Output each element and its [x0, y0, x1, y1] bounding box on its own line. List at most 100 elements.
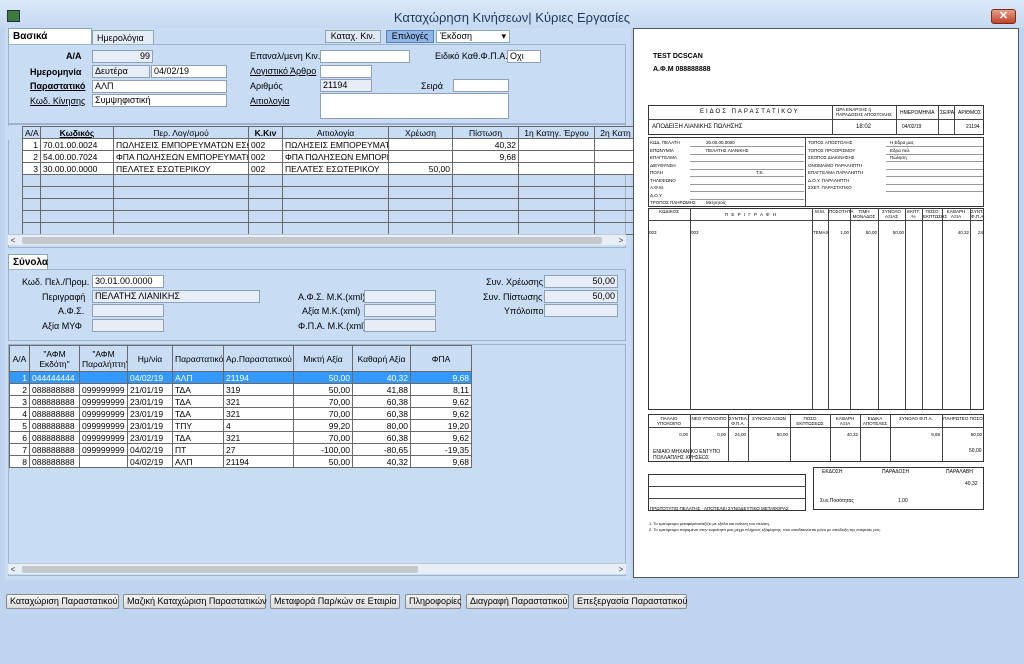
table-cell[interactable]: 3 — [22, 162, 41, 175]
table-cell[interactable]: 60,38 — [352, 395, 411, 408]
col-header-debit[interactable]: Χρέωση — [388, 126, 453, 139]
table-cell[interactable] — [452, 162, 519, 175]
table-cell[interactable]: 088888888 — [29, 383, 80, 396]
doc-col-net[interactable]: Καθαρή Αξία — [352, 345, 411, 372]
table-cell[interactable]: 321 — [223, 431, 294, 444]
table-cell[interactable]: ΑΛΠ — [172, 455, 224, 468]
table-cell[interactable]: 50,00 — [388, 162, 453, 175]
table-cell[interactable]: ΠΕΛΑΤΕΣ ΕΣΩΤΕΡΙΚΟΥ — [113, 162, 249, 175]
table-cell[interactable] — [518, 162, 595, 175]
options-button[interactable]: Επιλογές — [386, 30, 434, 43]
col-header-reason[interactable]: Αιτιολογία — [282, 126, 389, 139]
table-cell[interactable]: 088888888 — [29, 443, 80, 456]
table-cell[interactable]: 54.00.00.7024 — [40, 150, 114, 163]
table-cell[interactable]: ΤΔΑ — [172, 407, 224, 420]
table-cell[interactable]: 04/02/19 — [127, 371, 173, 384]
table-cell[interactable]: ΠΩΛΗΣΕΙΣ ΕΜΠΟΡΕΥΜΑΤΩΝ ΕΣΩΤ — [113, 138, 249, 151]
table-cell[interactable]: -19,35 — [410, 443, 472, 456]
table-cell[interactable]: 9,62 — [410, 407, 472, 420]
table-cell[interactable]: 04/02/19 — [127, 443, 173, 456]
col-header-account-desc[interactable]: Περ. Λογ/σμού — [113, 126, 249, 139]
table-cell[interactable]: 099999999 — [79, 443, 128, 456]
table-cell[interactable] — [388, 150, 453, 163]
table-cell[interactable]: ΠΤ — [172, 443, 224, 456]
transfer-documents-button[interactable]: Μεταφορά Παρ/κών σε Εταιρία — [270, 594, 400, 609]
table-cell[interactable]: 70,00 — [293, 395, 353, 408]
table-row[interactable]: 1 70.01.00.0024 ΠΩΛΗΣΕΙΣ ΕΜΠΟΡΕΥΜΑΤΩΝ ΕΣΩΤ… — [22, 138, 637, 151]
table-cell[interactable]: 23/01/19 — [127, 407, 173, 420]
col-header-project-cat2[interactable]: 2η Κατη — [594, 126, 637, 139]
doc-type-label[interactable]: Παραστατικό — [30, 81, 85, 92]
table-cell[interactable]: 99,20 — [293, 419, 353, 432]
table-cell[interactable]: 21194 — [223, 455, 294, 468]
aa-field[interactable]: 99 — [92, 50, 153, 63]
table-cell[interactable]: 04/02/19 — [127, 455, 173, 468]
table-cell[interactable]: 1 — [9, 371, 30, 384]
documents-scrollbar[interactable]: < > — [8, 563, 626, 574]
register-document-button[interactable]: Καταχώριση Παραστατικού — [6, 594, 119, 609]
table-cell[interactable]: 70,00 — [293, 407, 353, 420]
doc-col-doc-type[interactable]: Παραστατικό — [172, 345, 224, 372]
table-cell[interactable]: 21194 — [223, 371, 294, 384]
table-row[interactable]: 3 30.00.00.0000 ΠΕΛΑΤΕΣ ΕΣΩΤΕΡΙΚΟΥ 002 ΠΕΛΑΤ… — [22, 162, 637, 175]
table-row[interactable]: 1 044444444 04/02/19 ΑΛΠ 21194 50,00 40,32 9,68 — [9, 371, 472, 384]
table-cell[interactable]: -100,00 — [293, 443, 353, 456]
table-cell[interactable]: 3 — [9, 395, 30, 408]
col-header-movement-code[interactable]: Κ.Κιν — [248, 126, 283, 139]
table-cell[interactable]: ΦΠΑ ΠΩΛΗΣΕΩΝ ΕΜΠΟΡΕΥ — [282, 150, 389, 163]
table-cell[interactable]: 044444444 — [29, 371, 80, 384]
table-cell[interactable] — [594, 138, 637, 151]
documents-scroll-thumb[interactable] — [22, 566, 418, 573]
table-row[interactable]: 5 088888888 099999999 23/01/19 ΤΠΥ 4 99,20 80,0… — [9, 419, 472, 432]
table-cell[interactable]: 41,88 — [352, 383, 411, 396]
table-cell[interactable] — [594, 150, 637, 163]
doc-type-field[interactable]: ΑΛΠ — [92, 80, 227, 93]
table-cell[interactable]: ΠΩΛΗΣΕΙΣ ΕΜΠΟΡΕΥΜΑΤΩ — [282, 138, 389, 151]
table-cell[interactable]: ΤΔΑ — [172, 431, 224, 444]
col-header-aa[interactable]: Α/Α — [22, 126, 41, 139]
table-cell[interactable]: 19,20 — [410, 419, 472, 432]
table-cell[interactable]: 088888888 — [29, 395, 80, 408]
table-cell[interactable]: 099999999 — [79, 431, 128, 444]
table-cell[interactable]: ΤΔΑ — [172, 395, 224, 408]
col-header-credit[interactable]: Πίστωση — [452, 126, 519, 139]
table-cell[interactable]: 9,68 — [452, 150, 519, 163]
table-cell[interactable]: 50,00 — [293, 383, 353, 396]
table-cell[interactable]: 9,62 — [410, 431, 472, 444]
table-cell[interactable]: -80,65 — [352, 443, 411, 456]
table-cell[interactable]: 40,32 — [452, 138, 519, 151]
doc-col-issuer-afm[interactable]: "ΑΦΜ Εκδότη" — [29, 345, 80, 372]
scroll-right-icon[interactable]: > — [616, 235, 626, 246]
scroll-right-icon[interactable]: > — [616, 564, 626, 575]
table-cell[interactable]: 088888888 — [29, 431, 80, 444]
reason-label[interactable]: Αιτιολογία — [250, 96, 289, 107]
table-cell[interactable]: ΤΠΥ — [172, 419, 224, 432]
table-cell[interactable]: 321 — [223, 395, 294, 408]
table-cell[interactable]: 319 — [223, 383, 294, 396]
table-cell[interactable]: 6 — [9, 431, 30, 444]
table-cell[interactable]: ΤΔΑ — [172, 383, 224, 396]
series-field[interactable] — [453, 79, 509, 92]
table-cell[interactable]: 27 — [223, 443, 294, 456]
katax-kin-button[interactable]: Καταχ. Κιν. — [325, 30, 381, 43]
info-button[interactable]: Πληροφορίες — [405, 594, 461, 609]
table-cell[interactable]: 2 — [22, 150, 41, 163]
close-button[interactable]: ✕ — [991, 9, 1016, 24]
table-cell[interactable]: 9,68 — [410, 371, 472, 384]
table-cell[interactable]: 5 — [9, 419, 30, 432]
table-row[interactable]: 7 088888888 099999999 04/02/19 ΠΤ 27 -100,00 -8… — [9, 443, 472, 456]
table-cell[interactable] — [594, 162, 637, 175]
table-cell[interactable]: 099999999 — [79, 383, 128, 396]
table-row[interactable]: 4 088888888 099999999 23/01/19 ΤΔΑ 321 70,00 60… — [9, 407, 472, 420]
table-cell[interactable] — [388, 138, 453, 151]
tab-totals[interactable]: Σύνολα — [8, 254, 48, 270]
scroll-left-icon[interactable]: < — [8, 564, 18, 575]
customer-code-field[interactable]: 30.01.00.0000 — [92, 275, 164, 288]
table-cell[interactable]: 23/01/19 — [127, 419, 173, 432]
table-cell[interactable]: 099999999 — [79, 395, 128, 408]
table-cell[interactable] — [79, 371, 128, 384]
movement-code-field[interactable]: Συμψηφιστική — [92, 94, 227, 107]
table-cell[interactable]: 70.01.00.0024 — [40, 138, 114, 151]
table-cell[interactable] — [79, 455, 128, 468]
col-header-project-cat1[interactable]: 1η Κατηγ. Έργου — [518, 126, 595, 139]
